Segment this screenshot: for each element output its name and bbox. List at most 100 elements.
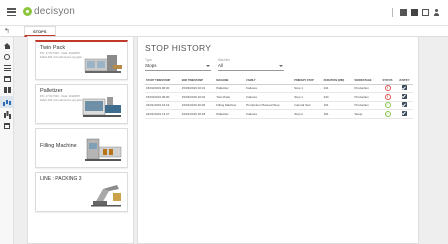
machine-card-title: Filling Machine xyxy=(40,143,77,149)
cell-workstage: Production xyxy=(353,92,380,102)
cell-primary-stop: Stop 1 xyxy=(293,84,323,93)
top-bar: decisyon xyxy=(0,0,448,26)
cell-family: Production Planned Stop xyxy=(245,101,294,110)
back-arrow-icon[interactable]: ↰ xyxy=(4,27,10,35)
logo-mark-icon xyxy=(23,7,32,16)
table-header-row: START TIMESTAMP END TIMESTAMP MACHINE FA… xyxy=(145,77,413,85)
machine-card-filling-machine[interactable]: Filling Machine xyxy=(35,128,128,168)
col-family[interactable]: FAMILY xyxy=(245,77,294,85)
cell-status: ! xyxy=(379,84,396,93)
machine-card-subtitle: P/C: 17.03.7333 - Code: 2012MST Fabric 3… xyxy=(40,95,82,102)
cell-start: 15/03/2019 06:00 xyxy=(145,92,181,102)
col-duration[interactable]: DURATION (MIN) xyxy=(322,77,354,85)
sidebar xyxy=(0,37,14,244)
type-filter-label: Type xyxy=(145,58,152,62)
type-filter-value: Stops xyxy=(145,63,157,68)
chart-icon[interactable] xyxy=(3,99,10,106)
cell-machine: Twin Pack xyxy=(215,92,246,102)
cell-primary-stop: Stop 1 xyxy=(293,92,323,102)
table-row[interactable]: 15/03/2019 06:00 15/03/2019 10:01 Pallet… xyxy=(145,84,413,93)
machine-filter-label: Machine xyxy=(218,58,231,62)
home-icon[interactable] xyxy=(4,43,11,49)
cell-workstage: Production xyxy=(353,101,380,110)
mail-icon[interactable] xyxy=(400,9,407,16)
justify-icon[interactable] xyxy=(401,102,407,108)
user-icon[interactable] xyxy=(433,9,440,16)
cell-primary-stop: Internal Test xyxy=(293,101,323,110)
settings-icon[interactable] xyxy=(4,54,10,60)
cell-justify xyxy=(395,109,413,119)
cell-status: ✓ xyxy=(379,109,396,119)
divider xyxy=(392,8,393,17)
cell-end: 15/03/2019 10:04 xyxy=(180,92,216,102)
cell-workstage: Setup xyxy=(353,109,380,119)
col-start-timestamp[interactable]: START TIMESTAMP xyxy=(145,77,181,85)
app-logo: decisyon xyxy=(23,6,75,17)
table-row[interactable]: 24/01/2019 13:27 24/01/2019 18:18 Pallet… xyxy=(145,109,413,119)
cell-status: ✓ xyxy=(379,101,396,110)
cell-family: Failures xyxy=(245,84,294,93)
machine-card-title: LINE : PACKING 3 xyxy=(40,176,82,182)
cell-justify xyxy=(395,92,413,102)
stop-history-table: START TIMESTAMP END TIMESTAMP MACHINE FA… xyxy=(145,77,413,119)
cell-machine: Palletizer xyxy=(215,109,246,119)
machine-card-twin-pack[interactable]: Twin Pack P/C: 17.03.7333 - Code: 2012MS… xyxy=(35,40,128,80)
machine-card-subtitle: P/C: 17.03.7333 - Code: 2012MST Fabric 3… xyxy=(40,52,82,59)
machine-filter-select[interactable]: All xyxy=(218,63,284,71)
trash-icon[interactable] xyxy=(4,123,10,129)
menu-icon[interactable] xyxy=(7,8,16,17)
window-icon[interactable] xyxy=(422,9,429,16)
col-machine[interactable]: MACHINE xyxy=(215,77,246,85)
bar-chart-icon[interactable] xyxy=(4,111,11,118)
col-primary-stop[interactable]: PRIMARY STOP xyxy=(293,77,323,85)
dashboard-icon[interactable] xyxy=(411,9,418,16)
chevron-down-icon xyxy=(206,65,210,67)
logo-text: decisyon xyxy=(34,6,76,17)
stop-history-panel: STOP HISTORY Type Stops Machine All STAR… xyxy=(137,36,419,244)
cell-justify xyxy=(395,84,413,93)
cell-end: 15/03/2019 10:01 xyxy=(180,84,216,93)
machine-filter-value: All xyxy=(218,63,224,68)
cell-family: Failures xyxy=(245,92,294,102)
machine-list-panel: Twin Pack P/C: 17.03.7333 - Code: 2012MS… xyxy=(27,36,134,244)
alert-icon: ! xyxy=(384,93,391,100)
cell-start: 24/01/2019 13:27 xyxy=(145,109,181,119)
cell-start: 24/01/2019 16:19 xyxy=(145,101,181,110)
col-status[interactable]: STATUS xyxy=(379,77,396,85)
justify-icon[interactable] xyxy=(401,110,407,116)
packing-robot-image xyxy=(91,185,121,207)
table-row[interactable]: 24/01/2019 16:19 24/01/2019 20:00 Fillin… xyxy=(145,101,413,110)
machine-card-title: Twin Pack xyxy=(40,45,66,51)
cell-primary-stop: Stop 2 xyxy=(293,109,323,119)
machine-card-line-packing-3[interactable]: LINE : PACKING 3 xyxy=(35,172,128,212)
calendar-icon[interactable] xyxy=(4,76,11,82)
col-end-timestamp[interactable]: END TIMESTAMP xyxy=(180,77,216,85)
chevron-down-icon xyxy=(279,65,283,67)
cell-justify xyxy=(395,101,413,110)
list-icon[interactable] xyxy=(4,65,11,71)
type-filter-select[interactable]: Stops xyxy=(145,63,211,71)
cell-status: ! xyxy=(379,92,396,102)
justify-icon[interactable] xyxy=(401,93,407,99)
grid-icon[interactable] xyxy=(4,87,11,93)
cell-duration: 161 xyxy=(322,101,354,110)
cell-workstage: Production xyxy=(353,84,380,93)
table-row[interactable]: 15/03/2019 06:00 15/03/2019 10:04 Twin P… xyxy=(145,92,413,102)
machine-card-title: Palletizer xyxy=(40,88,63,94)
cell-duration: 241 xyxy=(322,84,354,93)
palletizer-machine-image xyxy=(82,97,121,117)
cell-machine: Filling Machine xyxy=(215,101,246,110)
cell-duration: 244 xyxy=(322,92,354,102)
check-circle-icon: ✓ xyxy=(384,110,391,117)
cell-duration: 161 xyxy=(322,109,354,119)
cell-family: Failures xyxy=(245,109,294,119)
cell-start: 15/03/2019 06:00 xyxy=(145,84,181,93)
justify-icon[interactable] xyxy=(401,85,407,91)
col-workstage[interactable]: WORKSTAGE xyxy=(353,77,380,85)
cell-end: 24/01/2019 18:18 xyxy=(180,109,216,119)
col-justify[interactable]: JUSTIFY xyxy=(395,77,413,85)
check-circle-icon: ✓ xyxy=(384,102,391,109)
machine-card-palletizer[interactable]: Palletizer P/C: 17.03.7333 - Code: 2012M… xyxy=(35,84,128,124)
cell-machine: Palletizer xyxy=(215,84,246,93)
alert-icon: ! xyxy=(384,85,391,92)
